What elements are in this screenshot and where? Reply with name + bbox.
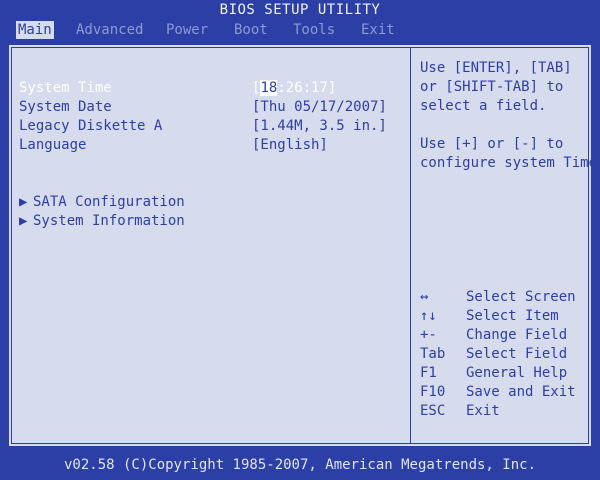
help-line: Use [+] or [-] to (420, 136, 564, 152)
bios-screen: BIOS SETUP UTILITY Main Advanced Power B… (0, 0, 600, 480)
key-tab: Tab (420, 346, 446, 362)
submenu-label: System Information (33, 213, 185, 229)
key-f10: F10 (420, 384, 446, 400)
copyright-footer: v02.58 (C)Copyright 1985-2007, American … (63, 457, 536, 473)
language-value[interactable]: [English] (252, 136, 328, 154)
menu-bar: Main Advanced Power Boot Tools Exit (0, 19, 600, 41)
system-time-value[interactable]: [18:26:17] (252, 79, 336, 97)
key-description: Select Field (466, 346, 568, 362)
tab-tools[interactable]: Tools (291, 21, 337, 39)
tab-main[interactable]: Main (16, 21, 54, 39)
key-row: ↔ Select Screen (420, 288, 590, 307)
tab-exit[interactable]: Exit (359, 21, 397, 39)
system-date-value[interactable]: [Thu 05/17/2007] (252, 98, 387, 116)
key-row: +- Change Field (420, 326, 590, 345)
key-row: ESC Exit (420, 402, 590, 421)
help-line: Use [ENTER], [TAB] (420, 60, 572, 76)
key-plus-minus: +- (420, 327, 437, 343)
key-description: Save and Exit (466, 384, 576, 400)
submenu-label: SATA Configuration (33, 194, 185, 210)
up-down-arrow-icon: ↑↓ (420, 308, 437, 324)
key-esc: ESC (420, 403, 446, 419)
help-text: Use [ENTER], [TAB] or [SHIFT-TAB] to sel… (420, 59, 600, 173)
left-right-arrow-icon: ↔ (420, 289, 429, 305)
system-date-label: System Date (19, 99, 112, 115)
key-description: Select Item (466, 308, 559, 324)
key-description: Select Screen (466, 289, 576, 305)
system-time-rest: :26:17] (277, 80, 337, 96)
submenu-system-information[interactable]: ▶ System Information (19, 212, 185, 230)
setting-system-time[interactable]: System Time [18:26:17] (9, 79, 407, 97)
tab-advanced[interactable]: Advanced (74, 21, 145, 39)
bios-title: BIOS SETUP UTILITY (219, 2, 381, 18)
tab-power[interactable]: Power (164, 21, 210, 39)
legacy-diskette-value[interactable]: [1.44M, 3.5 in.] (252, 117, 387, 135)
key-row: Tab Select Field (420, 345, 590, 364)
system-time-label: System Time (19, 80, 112, 96)
language-label: Language (19, 137, 87, 153)
setting-system-date[interactable]: System Date [Thu 05/17/2007] (9, 98, 407, 116)
main-panel: System Time [18:26:17] System Date [Thu … (7, 43, 600, 448)
key-description: Exit (466, 403, 500, 419)
tab-boot[interactable]: Boot (232, 21, 270, 39)
key-legend: ↔ Select Screen ↑↓ Select Item +- Change… (420, 288, 590, 421)
setting-language[interactable]: Language [English] (9, 136, 407, 154)
key-description: Change Field (466, 327, 568, 343)
setting-legacy-diskette[interactable]: Legacy Diskette A [1.44M, 3.5 in.] (9, 117, 407, 135)
panel-divider (410, 47, 411, 444)
system-time-hour-field[interactable]: 18 (260, 80, 278, 96)
submenu-arrow-icon: ▶ (19, 194, 28, 210)
key-description: General Help (466, 365, 568, 381)
submenu-arrow-icon: ▶ (19, 213, 28, 229)
key-row: F1 General Help (420, 364, 590, 383)
help-line: or [SHIFT-TAB] to (420, 79, 564, 95)
help-line: configure system Time. (420, 155, 600, 171)
key-row: ↑↓ Select Item (420, 307, 590, 326)
submenu-sata-configuration[interactable]: ▶ SATA Configuration (19, 193, 185, 211)
help-line: select a field. (420, 98, 547, 114)
key-f1: F1 (420, 365, 437, 381)
legacy-diskette-label: Legacy Diskette A (19, 118, 163, 134)
key-row: F10 Save and Exit (420, 383, 590, 402)
